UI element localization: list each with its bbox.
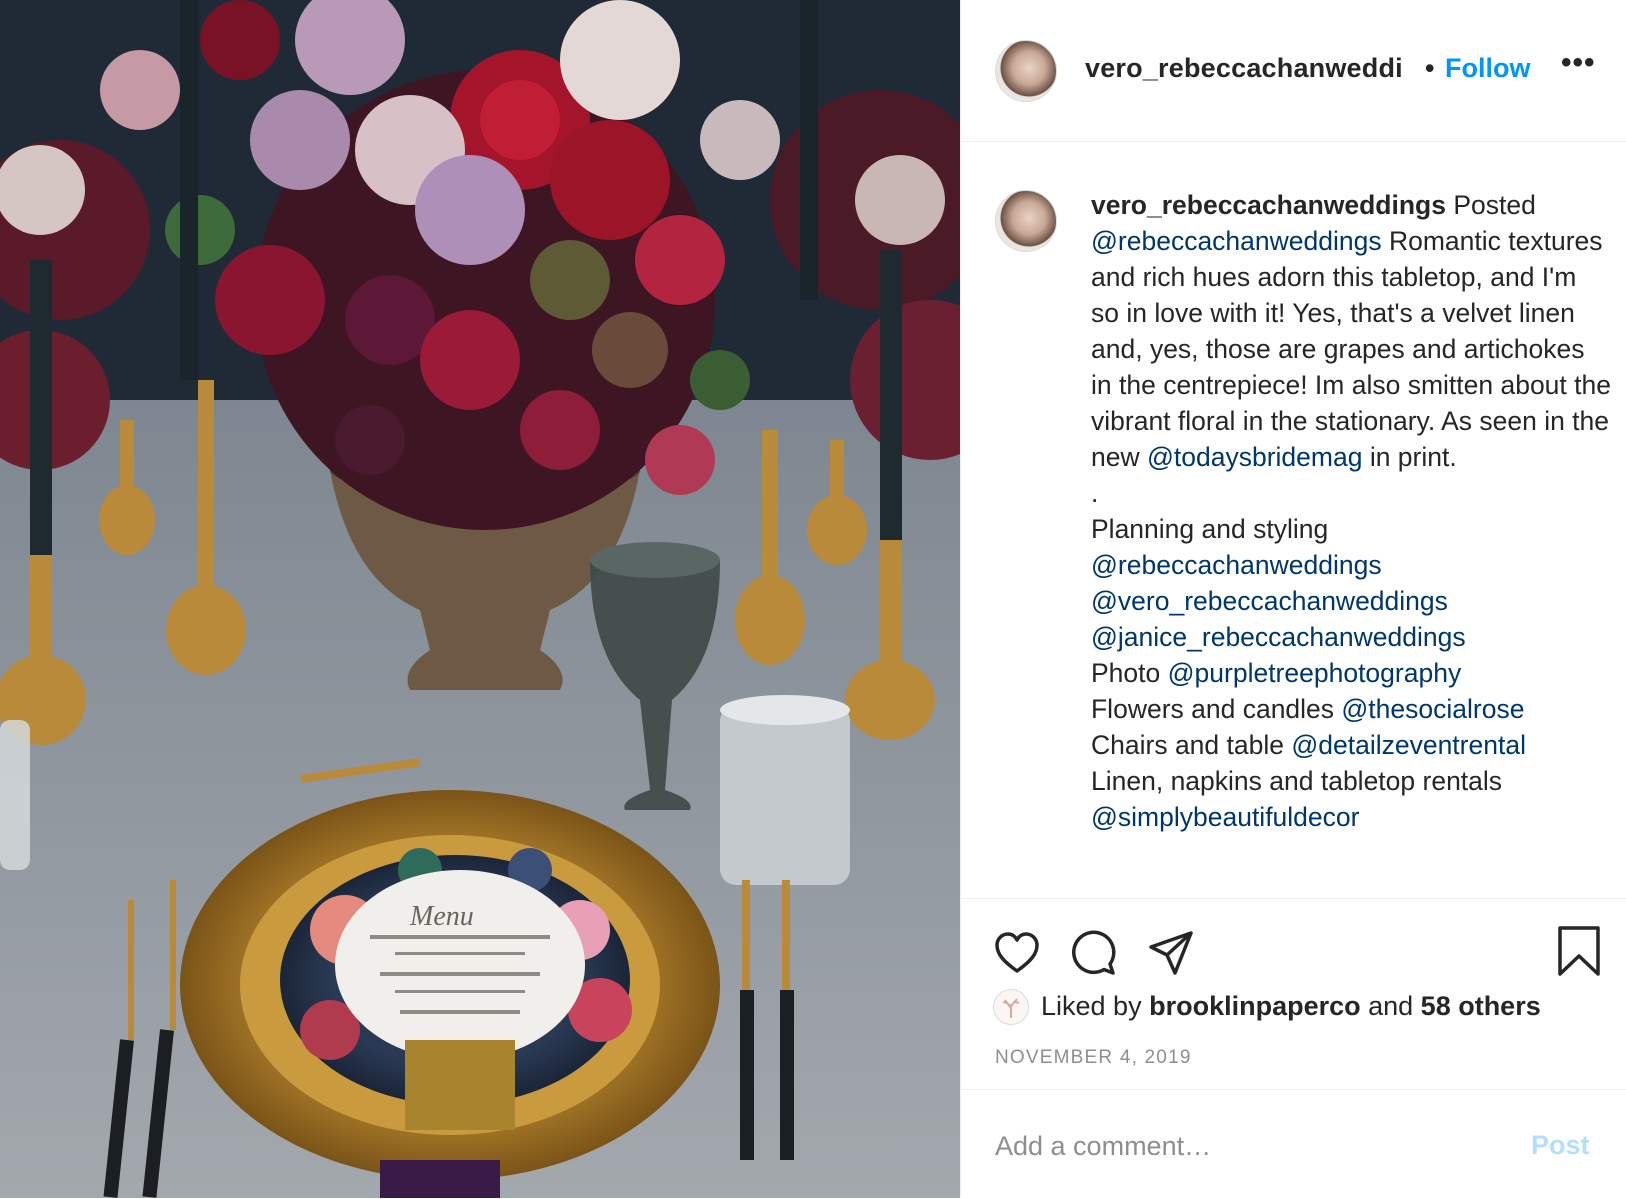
author-avatar[interactable] xyxy=(995,40,1057,102)
caption-text-segment: Flowers and candles xyxy=(1091,694,1335,724)
coral-logo-icon xyxy=(1002,998,1020,1018)
caption-mention-link[interactable]: @todaysbridemag xyxy=(1147,442,1362,472)
caption-body: Posted @rebeccachanweddings Romantic tex… xyxy=(1091,190,1611,832)
likes-text: Liked by brooklinpaperco and 58 others xyxy=(1041,991,1541,1022)
comment-input[interactable] xyxy=(993,1120,1497,1172)
caption-mention-link[interactable]: @thesocialrose xyxy=(1341,694,1524,724)
share-icon[interactable] xyxy=(1147,929,1195,982)
liker-avatar[interactable] xyxy=(993,989,1029,1025)
caption-author-avatar[interactable] xyxy=(995,190,1057,252)
tablescape-image: Menu xyxy=(0,0,960,1198)
likes-middle: and xyxy=(1360,991,1421,1021)
caption-mention-link[interactable]: @simplybeautifuldecor xyxy=(1091,802,1359,832)
bookmark-icon[interactable] xyxy=(1555,925,1603,982)
post-header: vero_rebeccachanweddi • Follow ••• xyxy=(961,0,1626,142)
caption-text-segment: Posted xyxy=(1453,190,1536,220)
heart-icon[interactable] xyxy=(993,929,1041,982)
post-date[interactable]: November 4, 2019 xyxy=(995,1047,1192,1069)
caption-text-segment: Chairs and table xyxy=(1091,730,1284,760)
caption-mention-link[interactable]: @rebeccachanweddings xyxy=(1091,226,1382,256)
more-options-icon[interactable]: ••• xyxy=(1561,46,1596,80)
post-details-panel: vero_rebeccachanweddi • Follow ••• vero_… xyxy=(960,0,1626,1198)
caption-mention-link[interactable]: @rebeccachanweddings xyxy=(1091,550,1382,580)
svg-text:Menu: Menu xyxy=(409,901,474,932)
caption-text-segment: Photo xyxy=(1091,658,1161,688)
caption-text: vero_rebeccachanweddings Posted @rebecca… xyxy=(1091,187,1611,835)
liker-username[interactable]: brooklinpaperco xyxy=(1149,991,1361,1021)
follow-button[interactable]: Follow xyxy=(1445,53,1530,84)
likes-others-count[interactable]: 58 others xyxy=(1421,991,1541,1021)
post-actions: Liked by brooklinpaperco and 58 others N… xyxy=(961,898,1626,1198)
author-username[interactable]: vero_rebeccachanweddi xyxy=(1085,53,1403,84)
likes-prefix: Liked by xyxy=(1041,991,1150,1021)
instagram-post: Menu vero_rebeccachanweddi • Follow ••• … xyxy=(0,0,1626,1198)
caption-author-username[interactable]: vero_rebeccachanweddings xyxy=(1091,190,1446,220)
caption-mention-link[interactable]: @janice_rebeccachanweddings xyxy=(1091,622,1466,652)
comment-box: Post xyxy=(961,1089,1626,1199)
caption-mention-link[interactable]: @purpletreephotography xyxy=(1168,658,1462,688)
caption-mention-link[interactable]: @vero_rebeccachanweddings xyxy=(1091,586,1448,616)
post-photo[interactable]: Menu xyxy=(0,0,960,1198)
caption-mention-link[interactable]: @detailzeventrental xyxy=(1291,730,1526,760)
caption-text-segment: Linen, napkins and tabletop rentals xyxy=(1091,766,1503,796)
header-separator: • xyxy=(1425,53,1435,83)
caption-section[interactable]: vero_rebeccachanweddings Posted @rebecca… xyxy=(961,142,1626,898)
caption-text-segment: Romantic textures and rich hues adorn th… xyxy=(1091,226,1611,472)
post-comment-button[interactable]: Post xyxy=(1531,1130,1590,1161)
comment-icon[interactable] xyxy=(1069,929,1117,982)
